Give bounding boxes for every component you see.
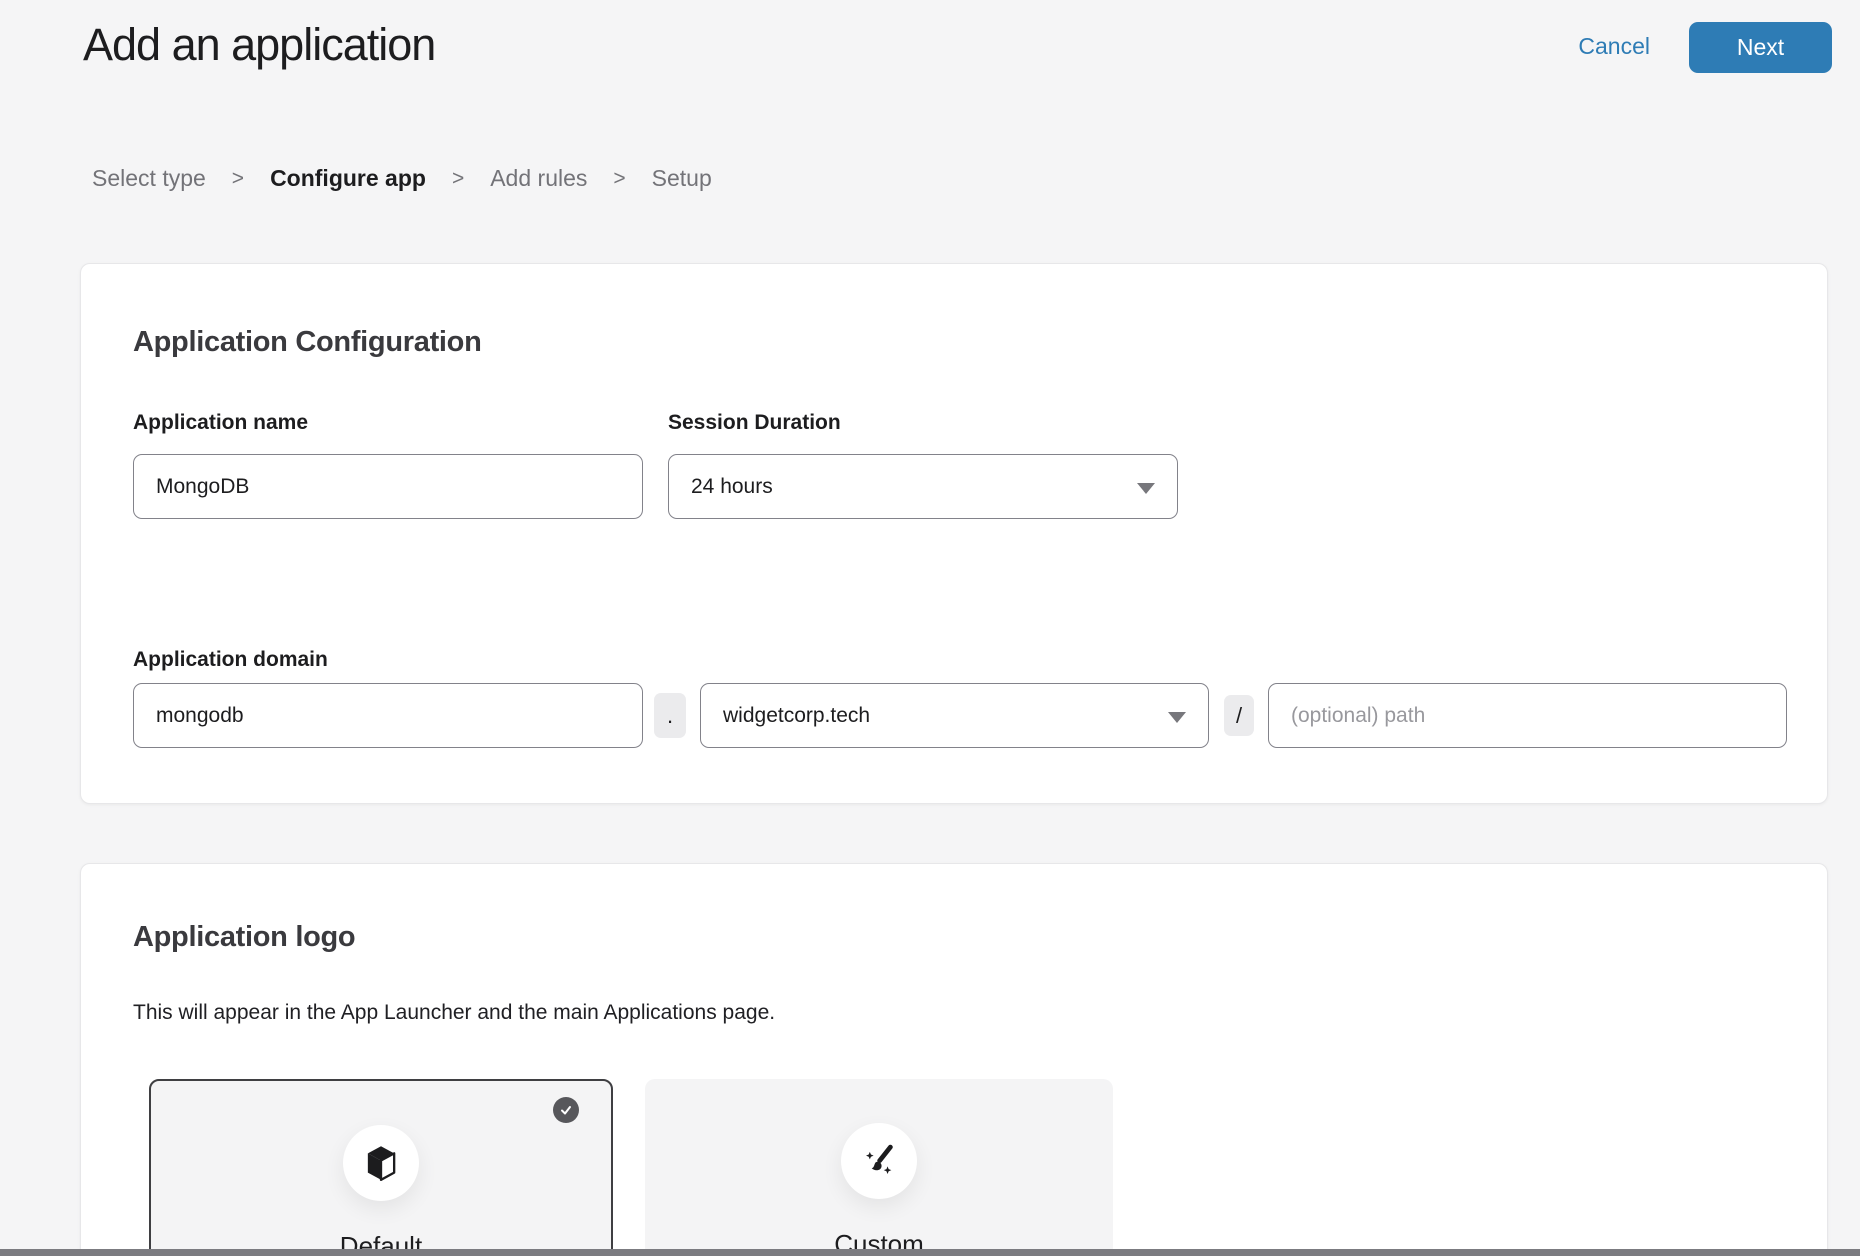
- logo-option-default[interactable]: Default: [149, 1079, 613, 1256]
- session-duration-value: 24 hours: [691, 475, 773, 499]
- add-application-page: Add an application Cancel Next Select ty…: [0, 0, 1860, 1256]
- logo-heading: Application logo: [133, 921, 355, 954]
- session-duration-label: Session Duration: [668, 411, 841, 435]
- paintbrush-icon: [860, 1142, 898, 1180]
- breadcrumb-separator: >: [452, 167, 464, 191]
- application-name-input[interactable]: [133, 454, 643, 519]
- dot-separator: .: [654, 693, 686, 738]
- step-select-type[interactable]: Select type: [92, 165, 206, 192]
- logo-option-custom[interactable]: Custom: [645, 1079, 1113, 1256]
- chevron-down-icon: [1137, 483, 1155, 494]
- selected-check-icon: [553, 1097, 579, 1123]
- application-configuration-card: Application Configuration Application na…: [80, 263, 1828, 804]
- application-logo-card: Application logo This will appear in the…: [80, 863, 1828, 1256]
- session-duration-select[interactable]: 24 hours: [668, 454, 1178, 519]
- domain-select[interactable]: widgetcorp.tech: [700, 683, 1209, 748]
- subdomain-input[interactable]: [133, 683, 643, 748]
- slash-separator: /: [1224, 695, 1254, 736]
- breadcrumb-separator: >: [613, 167, 625, 191]
- application-name-label: Application name: [133, 411, 308, 435]
- page-title: Add an application: [83, 19, 435, 71]
- step-add-rules[interactable]: Add rules: [490, 165, 587, 192]
- next-button[interactable]: Next: [1689, 22, 1832, 73]
- step-setup[interactable]: Setup: [652, 165, 712, 192]
- default-logo-circle: [343, 1125, 419, 1201]
- application-domain-label: Application domain: [133, 648, 328, 672]
- cube-icon: [363, 1144, 399, 1182]
- breadcrumb-separator: >: [232, 167, 244, 191]
- custom-logo-circle: [841, 1123, 917, 1199]
- path-input[interactable]: [1268, 683, 1787, 748]
- chevron-down-icon: [1168, 712, 1186, 723]
- configuration-heading: Application Configuration: [133, 326, 482, 359]
- step-configure-app[interactable]: Configure app: [270, 165, 426, 192]
- domain-select-value: widgetcorp.tech: [723, 704, 870, 728]
- logo-description: This will appear in the App Launcher and…: [133, 1001, 775, 1025]
- horizontal-scrollbar[interactable]: [0, 1249, 1860, 1256]
- cancel-button[interactable]: Cancel: [1578, 33, 1650, 60]
- wizard-steps: Select type > Configure app > Add rules …: [92, 165, 712, 192]
